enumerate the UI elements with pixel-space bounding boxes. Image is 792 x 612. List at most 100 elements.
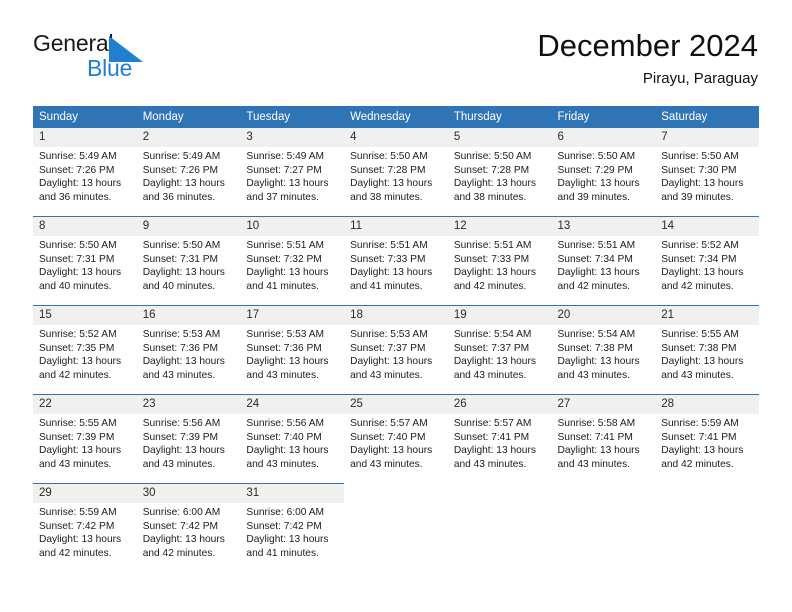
calendar-cell: 15 Sunrise: 5:52 AM Sunset: 7:35 PM Dayligh… xyxy=(33,305,137,394)
day-number: 15 xyxy=(33,306,137,325)
calendar-cell: 8 Sunrise: 5:50 AM Sunset: 7:31 PM Daylight… xyxy=(33,216,137,305)
daylight-text-line1: Daylight: 13 hours xyxy=(39,534,122,546)
sunset-text: Sunset: 7:40 PM xyxy=(246,431,322,443)
calendar-day[interactable]: 26 Sunrise: 5:57 AM Sunset: 7:41 PM Dayligh… xyxy=(447,394,552,483)
calendar-day[interactable]: 27 Sunrise: 5:58 AM Sunset: 7:41 PM Dayligh… xyxy=(551,394,656,483)
calendar-day[interactable]: 6 Sunrise: 5:50 AM Sunset: 7:29 PM Daylight… xyxy=(551,127,656,216)
calendar-day[interactable]: 23 Sunrise: 5:56 AM Sunset: 7:39 PM Dayligh… xyxy=(136,394,241,483)
daylight-text-line1: Daylight: 13 hours xyxy=(557,267,640,279)
daylight-text-line1: Daylight: 13 hours xyxy=(142,178,225,190)
day-number: 27 xyxy=(551,395,656,414)
day-details: Sunrise: 5:54 AM Sunset: 7:38 PM Daylight:… xyxy=(552,325,656,382)
daylight-text-line2: and 42 minutes. xyxy=(453,280,527,292)
calendar-day[interactable]: 14 Sunrise: 5:52 AM Sunset: 7:34 PM Dayligh… xyxy=(655,216,759,305)
brand-logo[interactable]: General Blue xyxy=(33,30,213,88)
calendar-cell: 2 Sunrise: 5:49 AM Sunset: 7:26 PM Daylight… xyxy=(136,127,241,216)
calendar-day[interactable]: 19 Sunrise: 5:54 AM Sunset: 7:37 PM Dayligh… xyxy=(447,305,552,394)
day-number: 18 xyxy=(344,306,448,325)
sunrise-text: Sunrise: 5:55 AM xyxy=(661,329,739,340)
calendar-day[interactable]: 16 Sunrise: 5:53 AM Sunset: 7:36 PM Dayligh… xyxy=(136,305,241,394)
daylight-text-line2: and 43 minutes. xyxy=(453,369,527,381)
weekday-header-thursday: Thursday xyxy=(447,106,552,127)
calendar-day[interactable]: 20 Sunrise: 5:54 AM Sunset: 7:38 PM Dayligh… xyxy=(551,305,656,394)
day-number: 3 xyxy=(240,128,345,147)
calendar-day[interactable]: 9 Sunrise: 5:50 AM Sunset: 7:31 PM Daylight… xyxy=(136,216,241,305)
calendar-day[interactable]: 28 Sunrise: 5:59 AM Sunset: 7:41 PM Dayligh… xyxy=(655,394,759,483)
sunrise-text: Sunrise: 5:53 AM xyxy=(246,329,324,340)
title-block: December 2024 Pirayu, Paraguay xyxy=(537,28,758,89)
day-details: Sunrise: 5:50 AM Sunset: 7:28 PM Daylight:… xyxy=(448,147,552,204)
day-details: Sunrise: 5:52 AM Sunset: 7:35 PM Daylight:… xyxy=(33,325,137,382)
daylight-text-line1: Daylight: 13 hours xyxy=(453,178,536,190)
daylight-text-line1: Daylight: 13 hours xyxy=(246,356,329,368)
day-number: 14 xyxy=(655,217,759,236)
day-details: Sunrise: 5:50 AM Sunset: 7:30 PM Daylight:… xyxy=(655,147,759,204)
daylight-text-line1: Daylight: 13 hours xyxy=(246,534,329,546)
calendar-day[interactable]: 2 Sunrise: 5:49 AM Sunset: 7:26 PM Daylight… xyxy=(136,127,241,216)
calendar-day[interactable]: 10 Sunrise: 5:51 AM Sunset: 7:32 PM Dayligh… xyxy=(240,216,345,305)
sunrise-text: Sunrise: 5:51 AM xyxy=(350,240,428,251)
calendar-day[interactable]: 30 Sunrise: 6:00 AM Sunset: 7:42 PM Dayligh… xyxy=(136,483,241,572)
calendar-day[interactable]: 17 Sunrise: 5:53 AM Sunset: 7:36 PM Dayligh… xyxy=(240,305,345,394)
calendar-day[interactable]: 12 Sunrise: 5:51 AM Sunset: 7:33 PM Dayligh… xyxy=(447,216,552,305)
sunrise-text: Sunrise: 5:51 AM xyxy=(557,240,636,251)
calendar-day-empty xyxy=(447,483,552,572)
calendar-day[interactable]: 8 Sunrise: 5:50 AM Sunset: 7:31 PM Daylight… xyxy=(33,216,137,305)
calendar-day[interactable]: 29 Sunrise: 5:59 AM Sunset: 7:42 PM Dayligh… xyxy=(33,483,137,572)
daylight-text-line2: and 39 minutes. xyxy=(661,191,734,203)
calendar-day[interactable]: 15 Sunrise: 5:52 AM Sunset: 7:35 PM Dayligh… xyxy=(33,305,137,394)
sunset-text: Sunset: 7:26 PM xyxy=(39,164,115,176)
sunrise-text: Sunrise: 5:56 AM xyxy=(142,418,221,429)
calendar-day[interactable]: 5 Sunrise: 5:50 AM Sunset: 7:28 PM Daylight… xyxy=(447,127,552,216)
sunrise-text: Sunrise: 5:51 AM xyxy=(246,240,324,251)
calendar-cell xyxy=(655,483,759,572)
calendar-day[interactable]: 13 Sunrise: 5:51 AM Sunset: 7:34 PM Dayligh… xyxy=(551,216,656,305)
sunset-text: Sunset: 7:41 PM xyxy=(453,431,530,443)
daylight-text-line2: and 38 minutes. xyxy=(350,191,423,203)
calendar-week-row: 29 Sunrise: 5:59 AM Sunset: 7:42 PM Dayligh… xyxy=(33,483,759,572)
daylight-text-line2: and 40 minutes. xyxy=(39,280,112,292)
calendar-cell: 7 Sunrise: 5:50 AM Sunset: 7:30 PM Daylight… xyxy=(655,127,759,216)
calendar-day[interactable]: 21 Sunrise: 5:55 AM Sunset: 7:38 PM Dayligh… xyxy=(655,305,759,394)
sunset-text: Sunset: 7:42 PM xyxy=(39,520,115,532)
day-details: Sunrise: 5:51 AM Sunset: 7:33 PM Daylight:… xyxy=(448,236,552,293)
calendar-day[interactable]: 22 Sunrise: 5:55 AM Sunset: 7:39 PM Dayligh… xyxy=(33,394,137,483)
page-title: December 2024 xyxy=(537,28,758,63)
sunrise-text: Sunrise: 5:56 AM xyxy=(246,418,324,429)
calendar-day[interactable]: 18 Sunrise: 5:53 AM Sunset: 7:37 PM Dayligh… xyxy=(344,305,448,394)
daylight-text-line1: Daylight: 13 hours xyxy=(39,267,122,279)
daylight-text-line1: Daylight: 13 hours xyxy=(661,356,744,368)
calendar-day[interactable]: 1 Sunrise: 5:49 AM Sunset: 7:26 PM Daylight… xyxy=(33,127,137,216)
weekday-header-friday: Friday xyxy=(551,106,656,127)
day-details: Sunrise: 5:50 AM Sunset: 7:28 PM Daylight:… xyxy=(344,147,448,204)
brand-name-general: General xyxy=(33,30,114,56)
day-details: Sunrise: 5:57 AM Sunset: 7:41 PM Daylight:… xyxy=(448,414,552,471)
day-number xyxy=(552,483,656,502)
daylight-text-line2: and 43 minutes. xyxy=(39,458,112,470)
calendar-day[interactable]: 4 Sunrise: 5:50 AM Sunset: 7:28 PM Daylight… xyxy=(344,127,448,216)
sunset-text: Sunset: 7:38 PM xyxy=(557,342,633,354)
daylight-text-line2: and 43 minutes. xyxy=(246,369,319,381)
day-number: 17 xyxy=(240,306,345,325)
sunset-text: Sunset: 7:33 PM xyxy=(350,253,426,265)
daylight-text-line2: and 36 minutes. xyxy=(142,191,216,203)
calendar-day[interactable]: 11 Sunrise: 5:51 AM Sunset: 7:33 PM Dayligh… xyxy=(344,216,448,305)
daylight-text-line2: and 43 minutes. xyxy=(453,458,527,470)
daylight-text-line2: and 43 minutes. xyxy=(142,458,216,470)
calendar-day[interactable]: 7 Sunrise: 5:50 AM Sunset: 7:30 PM Daylight… xyxy=(655,127,759,216)
calendar-day[interactable]: 3 Sunrise: 5:49 AM Sunset: 7:27 PM Daylight… xyxy=(240,127,345,216)
day-number: 19 xyxy=(447,306,552,325)
sunrise-text: Sunrise: 5:55 AM xyxy=(39,418,117,429)
calendar-day[interactable]: 25 Sunrise: 5:57 AM Sunset: 7:40 PM Dayligh… xyxy=(344,394,448,483)
sunset-text: Sunset: 7:41 PM xyxy=(557,431,633,443)
sunset-text: Sunset: 7:42 PM xyxy=(142,520,219,532)
calendar-day[interactable]: 24 Sunrise: 5:56 AM Sunset: 7:40 PM Dayligh… xyxy=(240,394,345,483)
page-header: General Blue December 2024 Pirayu, Parag… xyxy=(0,0,792,100)
sunset-text: Sunset: 7:36 PM xyxy=(142,342,219,354)
day-details: Sunrise: 5:51 AM Sunset: 7:34 PM Daylight:… xyxy=(552,236,656,293)
daylight-text-line2: and 42 minutes. xyxy=(661,458,734,470)
calendar-day[interactable]: 31 Sunrise: 6:00 AM Sunset: 7:42 PM Dayligh… xyxy=(240,483,345,572)
calendar-cell: 29 Sunrise: 5:59 AM Sunset: 7:42 PM Dayligh… xyxy=(33,483,137,572)
daylight-text-line2: and 39 minutes. xyxy=(557,191,631,203)
daylight-text-line1: Daylight: 13 hours xyxy=(246,267,329,279)
